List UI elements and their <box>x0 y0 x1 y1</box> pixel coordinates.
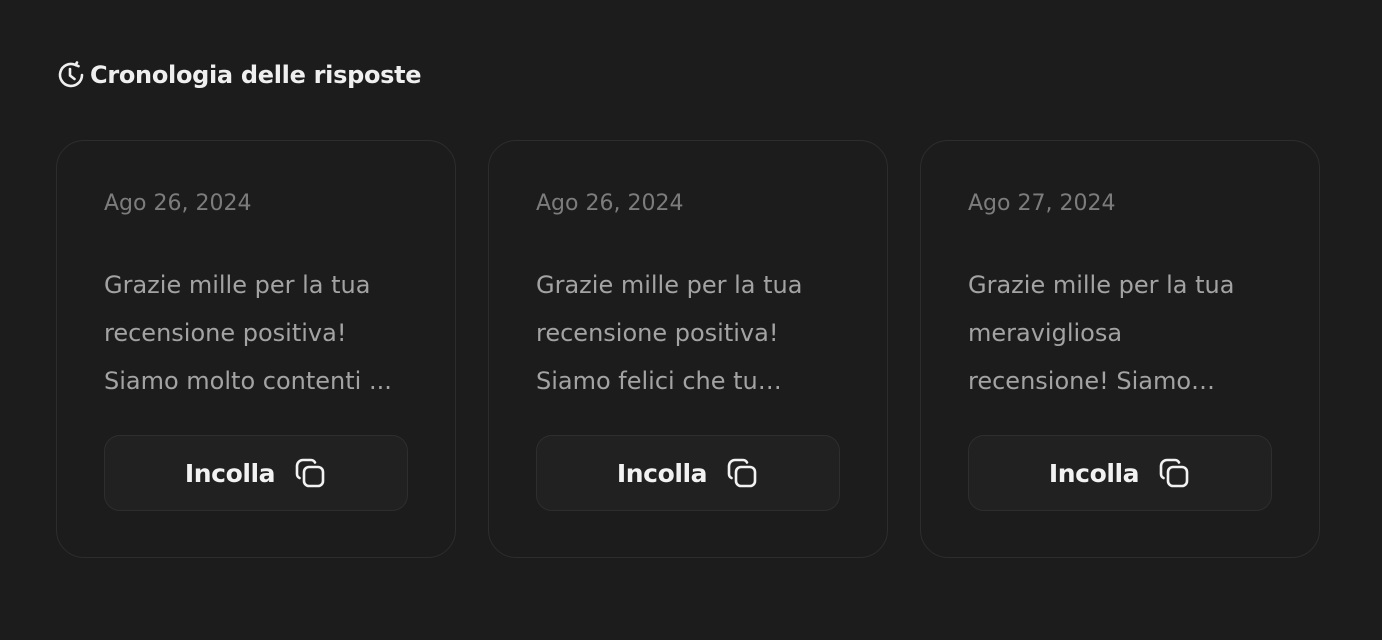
response-card: Ago 26, 2024 Grazie mille per la tua rec… <box>56 140 456 558</box>
response-card: Ago 27, 2024 Grazie mille per la tua mer… <box>920 140 1320 558</box>
copy-icon <box>725 456 759 490</box>
paste-button-label: Incolla <box>616 458 708 488</box>
response-card: Ago 26, 2024 Grazie mille per la tua rec… <box>488 140 888 558</box>
history-icon <box>56 59 88 91</box>
response-date: Ago 27, 2024 <box>968 191 1116 216</box>
section-header: Cronologia delle risposte <box>56 58 1326 92</box>
response-cards: Ago 26, 2024 Grazie mille per la tua rec… <box>56 140 1320 558</box>
copy-icon <box>1157 456 1191 490</box>
paste-button[interactable]: Incolla <box>104 435 408 511</box>
response-text: Grazie mille per la tua meravigliosa rec… <box>968 271 1235 395</box>
response-date: Ago 26, 2024 <box>536 191 684 216</box>
section-title: Cronologia delle risposte <box>90 61 422 89</box>
response-text: Grazie mille per la tua recensione posit… <box>104 271 392 395</box>
paste-button[interactable]: Incolla <box>536 435 840 511</box>
paste-button[interactable]: Incolla <box>968 435 1272 511</box>
paste-button-label: Incolla <box>184 458 276 488</box>
paste-button-label: Incolla <box>1048 458 1140 488</box>
response-date: Ago 26, 2024 <box>104 191 252 216</box>
response-history-section: Cronologia delle risposte Ago 26, 2024 G… <box>56 58 1326 558</box>
response-text: Grazie mille per la tua recensione posit… <box>536 271 803 395</box>
copy-icon <box>293 456 327 490</box>
